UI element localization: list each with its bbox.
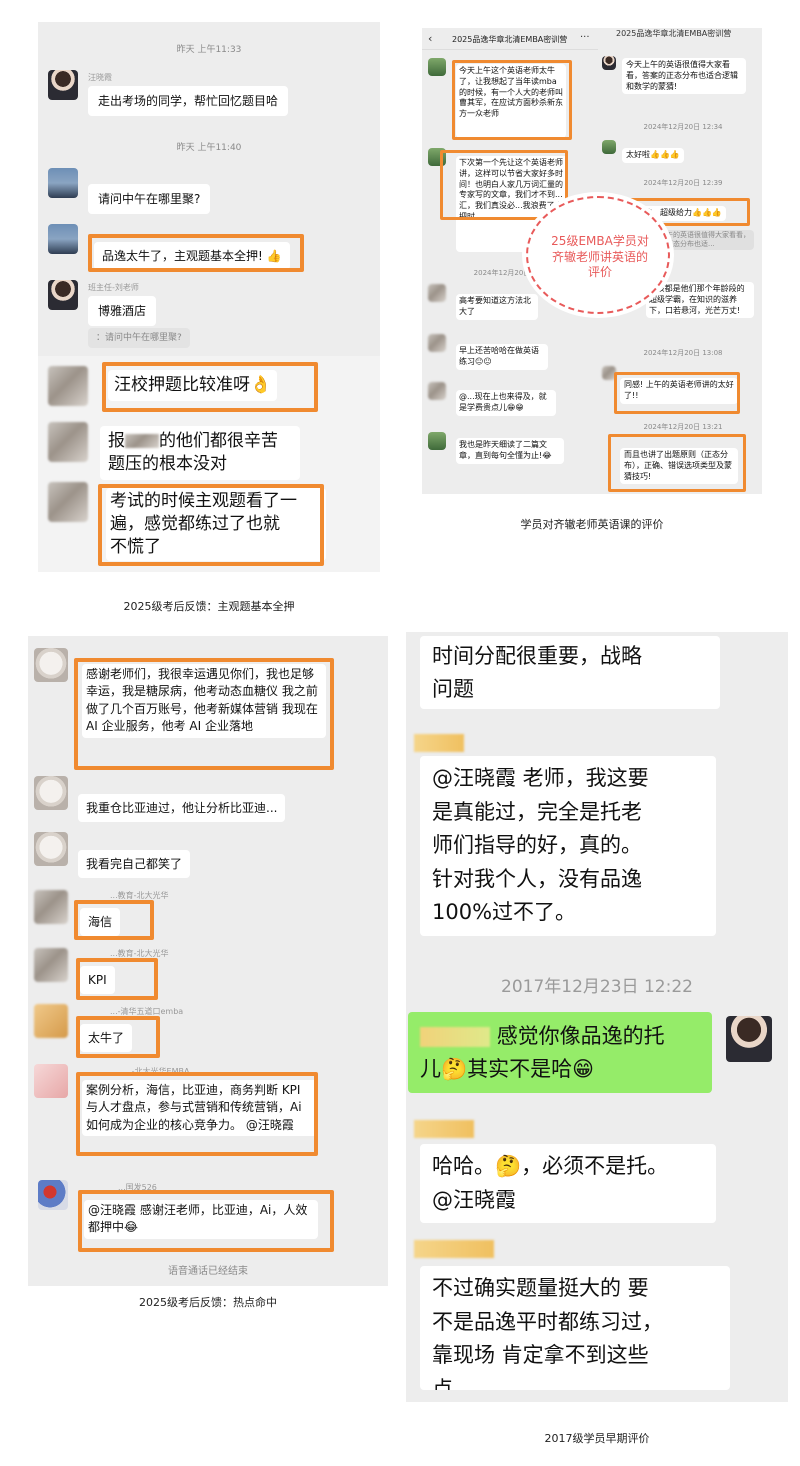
avatar bbox=[48, 70, 78, 100]
message-bubble[interactable]: 报的他们都很辛苦 题压的根本没对 bbox=[100, 426, 300, 480]
message-bubble[interactable]: @汪晓霞 老师，我这要 是真能过，完全是托老 师们指导的好，真的。 针对我个人，没有品… bbox=[420, 756, 716, 936]
highlight-box bbox=[98, 484, 324, 566]
avatar bbox=[726, 1016, 772, 1062]
evaluation-stamp: 25级EMBA学员对齐辙老师讲英语的评价 bbox=[526, 196, 670, 314]
more-icon[interactable]: ··· bbox=[580, 32, 590, 43]
message-bubble[interactable]: 博雅酒店 bbox=[88, 296, 157, 327]
q4-chat-panel: 时间分配很重要，战略 问题 @汪晓霞 老师，我这要 是真能过，完全是托老 师们指导的好… bbox=[406, 632, 788, 1402]
avatar bbox=[48, 168, 78, 198]
q1-chat-panel: 昨天 上午11:33 汪晓霞 走出考场的同学，帮忙回忆题目哈 昨天 上午11:4… bbox=[38, 22, 380, 572]
message-bubble[interactable]: 我也是昨天细读了二篇文章，直到每句全懂为止!😂 bbox=[456, 438, 564, 464]
avatar bbox=[34, 948, 68, 982]
timestamp: 2024年12月20日 13:21 bbox=[643, 423, 723, 431]
highlight-box bbox=[74, 900, 154, 940]
sender-name: 班主任-刘老师 bbox=[88, 283, 139, 292]
chat-title: 2025品逸华章北清EMBA密训营 bbox=[452, 35, 568, 44]
avatar bbox=[602, 140, 616, 154]
avatar bbox=[428, 284, 446, 302]
highlight-box bbox=[76, 958, 158, 1000]
avatar bbox=[428, 334, 446, 352]
message-bubble[interactable]: 哈哈。🤔，必须不是托。 @汪晓霞 bbox=[420, 1144, 716, 1224]
message-bubble[interactable]: 感觉你像品逸的托 儿🤔其实不是哈😁 bbox=[408, 1012, 712, 1094]
quoted-message: ：请问中午在哪里聚? bbox=[88, 328, 190, 349]
avatar bbox=[48, 422, 88, 462]
highlight-box bbox=[614, 372, 740, 414]
avatar bbox=[48, 366, 88, 406]
avatar bbox=[38, 1180, 68, 1210]
message-bubble[interactable]: 请问中午在哪里聚? bbox=[88, 184, 211, 215]
message-bubble[interactable]: @...现在上也来得及，就是学费贵点儿😁😁 bbox=[456, 390, 556, 416]
avatar bbox=[428, 382, 446, 400]
caption: 2017级学员早期评价 bbox=[544, 1432, 650, 1445]
highlight-box bbox=[78, 1190, 334, 1252]
message-bubble[interactable]: 走出考场的同学，帮忙回忆题目哈 bbox=[88, 86, 289, 117]
redacted-text bbox=[125, 434, 159, 448]
highlight-box bbox=[88, 234, 304, 272]
avatar bbox=[34, 776, 68, 810]
chat-title: 2025品逸华章北清EMBA密训营 bbox=[616, 29, 732, 38]
message-bubble[interactable]: 高考要知道这方法北大了 bbox=[456, 294, 538, 320]
avatar bbox=[48, 280, 78, 310]
message-bubble[interactable]: 太好啦👍👍👍 bbox=[622, 148, 684, 163]
highlight-box bbox=[102, 362, 318, 412]
highlight-box bbox=[76, 1072, 318, 1156]
message-bubble[interactable]: 我重仓比亚迪过，他让分析比亚迪... bbox=[78, 794, 286, 823]
timestamp: 昨天 上午11:40 bbox=[176, 143, 242, 153]
avatar bbox=[428, 432, 446, 450]
timestamp: 2024年12月20日 13:08 bbox=[643, 349, 723, 357]
message-bubble[interactable]: 我看完自己都笑了 bbox=[78, 850, 191, 879]
timestamp: 2024年12月20日 12:34 bbox=[643, 123, 723, 131]
sender-name: 汪晓霞 bbox=[88, 73, 112, 82]
avatar bbox=[34, 1064, 68, 1098]
highlight-box bbox=[76, 1016, 160, 1058]
avatar bbox=[34, 1004, 68, 1038]
avatar bbox=[48, 224, 78, 254]
message-bubble[interactable]: ...该都是他们那个年龄段的超级学霸，在知识的滋养下，口若悬河，光芒万丈! bbox=[646, 282, 754, 319]
highlight-box bbox=[440, 150, 568, 220]
avatar bbox=[48, 482, 88, 522]
caption: 2025级考后反馈：热点命中 bbox=[139, 1296, 277, 1309]
avatar bbox=[34, 832, 68, 866]
avatar bbox=[34, 890, 68, 924]
message-bubble[interactable]: 今天上午的英语很值得大家看看，答案的正态分布也适合逻辑和数学的蒙猜! bbox=[622, 58, 746, 95]
back-icon[interactable]: ‹ bbox=[428, 32, 432, 45]
redacted-name bbox=[414, 1240, 494, 1258]
stamp-text: 25级EMBA学员对齐辙老师讲英语的评价 bbox=[551, 234, 649, 280]
redacted-text bbox=[420, 1027, 490, 1047]
caption: 2025级考后反馈：主观题基本全押 bbox=[123, 600, 295, 613]
highlight-box bbox=[452, 60, 572, 140]
redacted-name bbox=[414, 1120, 474, 1138]
timestamp: 昨天 上午11:33 bbox=[176, 45, 242, 55]
avatar bbox=[602, 56, 616, 70]
timestamp: 2024年12月20日 12:39 bbox=[643, 179, 723, 187]
highlight-box bbox=[74, 658, 334, 770]
message-bubble[interactable]: 时间分配很重要，战略 问题 bbox=[420, 636, 720, 710]
highlight-box bbox=[608, 434, 746, 492]
q3-chat-panel: 感谢老师们，我很幸运遇见你们，我也足够幸运，我是糖尿病，他考动态血糖仪 我之前做… bbox=[28, 636, 388, 1286]
call-ended-notice: 语音通话已经结束 bbox=[168, 1266, 248, 1277]
timestamp: 2017年12月23日 12:22 bbox=[501, 977, 693, 997]
redacted-name bbox=[414, 734, 464, 752]
message-bubble[interactable]: 早上还苦哈哈在做英语练习😐😐 bbox=[456, 344, 548, 370]
message-bubble[interactable]: 不过确实题量挺大的 要不是品逸平时都练习过， 靠现场 肯定拿不到这些点 bbox=[420, 1266, 730, 1390]
avatar bbox=[428, 58, 446, 76]
avatar bbox=[34, 648, 68, 682]
caption: 学员对齐辙老师英语课的评价 bbox=[520, 518, 664, 531]
